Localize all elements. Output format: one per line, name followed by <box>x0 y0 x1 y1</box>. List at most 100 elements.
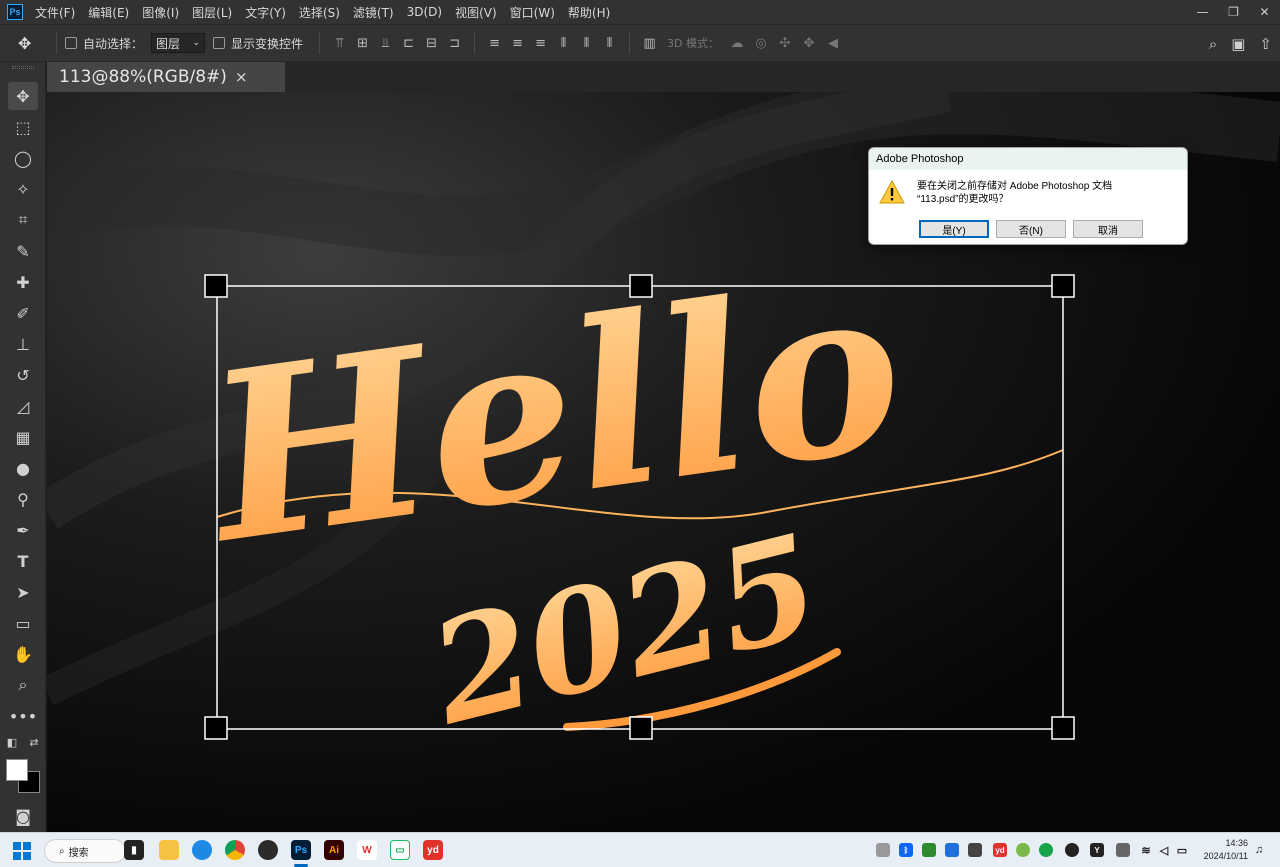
share-icon[interactable]: ⇧ <box>1259 35 1272 53</box>
menu-3d[interactable]: 3D(D) <box>407 5 442 19</box>
orbit-3d-icon[interactable]: ☁ <box>725 36 749 51</box>
tray-icon[interactable] <box>1016 843 1030 857</box>
pen-tool-icon[interactable]: ✒ <box>8 516 38 544</box>
wechat-icon[interactable] <box>1039 843 1053 857</box>
windows-start-icon[interactable] <box>13 842 31 860</box>
marquee-tool-icon[interactable]: ⬚ <box>8 113 38 141</box>
document-tab[interactable]: 113@88%(RGB/8#) × <box>47 62 285 92</box>
roll-3d-icon[interactable]: ◎ <box>749 36 773 51</box>
panel-grip[interactable] <box>12 66 34 69</box>
edge-browser-icon[interactable] <box>192 840 212 860</box>
default-colors-icon[interactable]: ◧ <box>2 732 22 752</box>
menu-image[interactable]: 图像(I) <box>142 4 179 21</box>
restore-icon[interactable]: ❐ <box>1218 0 1249 24</box>
distribute-left-icon[interactable]: ⦀ <box>552 36 575 51</box>
blur-tool-icon[interactable]: ● <box>8 454 38 482</box>
transform-handle[interactable] <box>629 274 653 298</box>
no-button[interactable]: 否(N) <box>996 220 1066 238</box>
auto-select-checkbox[interactable] <box>65 37 77 49</box>
battery-icon[interactable]: ▭ <box>1175 843 1189 857</box>
distribute-right-icon[interactable]: ⦀ <box>598 36 621 51</box>
menu-layer[interactable]: 图层(L) <box>192 4 232 21</box>
file-explorer-icon[interactable] <box>159 840 179 860</box>
align-right-icon[interactable]: ⊐ <box>443 36 466 51</box>
auto-align-icon[interactable]: ▥ <box>638 36 661 51</box>
tray-icon[interactable]: Y <box>1090 843 1104 857</box>
crop-tool-icon[interactable]: ⌗ <box>8 206 38 234</box>
slide-3d-icon[interactable]: ✥ <box>797 36 821 51</box>
yes-button[interactable]: 是(Y) <box>919 220 989 238</box>
cancel-button[interactable]: 取消 <box>1073 220 1143 238</box>
hand-tool-icon[interactable]: ✋ <box>8 640 38 668</box>
transform-handle[interactable] <box>1051 716 1075 740</box>
foreground-color-swatch[interactable] <box>6 759 28 781</box>
transform-handle[interactable] <box>204 716 228 740</box>
move-tool-icon[interactable]: ✥ <box>8 82 38 110</box>
menu-type[interactable]: 文字(Y) <box>245 4 286 21</box>
more-tools-icon[interactable]: ••• <box>8 702 38 730</box>
move-tool-icon[interactable]: ✥ <box>18 34 48 53</box>
menu-file[interactable]: 文件(F) <box>35 4 75 21</box>
bluetooth-icon[interactable]: ᛒ <box>899 843 913 857</box>
app-icon[interactable]: ▭ <box>390 840 410 860</box>
brush-tool-icon[interactable]: ✐ <box>8 299 38 327</box>
chrome-browser-icon[interactable] <box>225 840 245 860</box>
align-vcenter-icon[interactable]: ⊞ <box>351 36 374 51</box>
align-top-icon[interactable]: ⫪ <box>328 36 351 51</box>
stamp-tool-icon[interactable]: ⊥ <box>8 330 38 358</box>
gradient-tool-icon[interactable]: ▦ <box>8 423 38 451</box>
transform-handle[interactable] <box>204 274 228 298</box>
pan-3d-icon[interactable]: ✣ <box>773 36 797 51</box>
youdao-taskbar-icon[interactable]: yd <box>423 840 443 860</box>
minimize-icon[interactable]: — <box>1187 0 1218 24</box>
close-tab-icon[interactable]: × <box>235 68 248 86</box>
taskbar-clock[interactable]: 14:36 2024/10/11 <box>1204 837 1248 863</box>
healing-brush-tool-icon[interactable]: ✚ <box>8 268 38 296</box>
menu-edit[interactable]: 编辑(E) <box>88 4 129 21</box>
dodge-tool-icon[interactable]: ⚲ <box>8 485 38 513</box>
search-icon[interactable]: ⌕ <box>1209 35 1217 53</box>
qq-icon[interactable] <box>1065 843 1079 857</box>
tray-icon[interactable] <box>945 843 959 857</box>
layer-select-dropdown[interactable]: 图层 ⌄ <box>151 33 206 53</box>
tray-icon[interactable]: yd <box>993 843 1007 857</box>
swap-colors-icon[interactable]: ⇄ <box>24 732 44 752</box>
zoom-tool-icon[interactable]: ⌕ <box>8 671 38 699</box>
show-transform-checkbox[interactable] <box>213 37 226 49</box>
taskbar-search[interactable]: ⌕ 搜索 <box>44 839 126 863</box>
distribute-top-icon[interactable]: ≡ <box>483 36 506 51</box>
scale-3d-icon[interactable]: ◀ <box>821 36 845 51</box>
menu-select[interactable]: 选择(S) <box>299 4 340 21</box>
app-icon[interactable] <box>258 840 278 860</box>
wps-taskbar-icon[interactable]: W <box>357 840 377 860</box>
menu-help[interactable]: 帮助(H) <box>568 4 610 21</box>
menu-window[interactable]: 窗口(W) <box>510 4 555 21</box>
rectangle-tool-icon[interactable]: ▭ <box>8 609 38 637</box>
photoshop-taskbar-icon[interactable]: Ps <box>291 840 311 860</box>
lasso-tool-icon[interactable]: ◯ <box>8 144 38 172</box>
distribute-hcenter-icon[interactable]: ⦀ <box>575 36 598 51</box>
eraser-tool-icon[interactable]: ◿ <box>8 392 38 420</box>
quick-mask-icon[interactable]: ◙ <box>8 802 38 830</box>
distribute-vcenter-icon[interactable]: ≡ <box>506 36 529 51</box>
menu-filter[interactable]: 滤镜(T) <box>353 4 394 21</box>
eyedropper-tool-icon[interactable]: ✎ <box>8 237 38 265</box>
illustrator-taskbar-icon[interactable]: Ai <box>324 840 344 860</box>
task-view-icon[interactable]: ▮ <box>124 840 144 860</box>
workspace-icon[interactable]: ▣ <box>1231 35 1245 53</box>
distribute-bottom-icon[interactable]: ≡ <box>529 36 552 51</box>
notification-bell-icon[interactable]: ♫ <box>1252 843 1266 857</box>
tray-icon[interactable] <box>922 843 936 857</box>
align-hcenter-icon[interactable]: ⊟ <box>420 36 443 51</box>
history-brush-tool-icon[interactable]: ↺ <box>8 361 38 389</box>
volume-icon[interactable]: ◁ <box>1157 843 1171 857</box>
align-bottom-icon[interactable]: ⫫ <box>374 36 397 51</box>
close-icon[interactable]: ✕ <box>1249 0 1280 24</box>
wifi-icon[interactable]: ≋ <box>1139 843 1153 857</box>
type-tool-icon[interactable]: T <box>8 547 38 575</box>
transform-handle[interactable] <box>1051 274 1075 298</box>
tray-icon[interactable] <box>876 843 890 857</box>
menu-view[interactable]: 视图(V) <box>455 4 497 21</box>
tray-icon[interactable] <box>1116 843 1130 857</box>
transform-handle[interactable] <box>629 716 653 740</box>
